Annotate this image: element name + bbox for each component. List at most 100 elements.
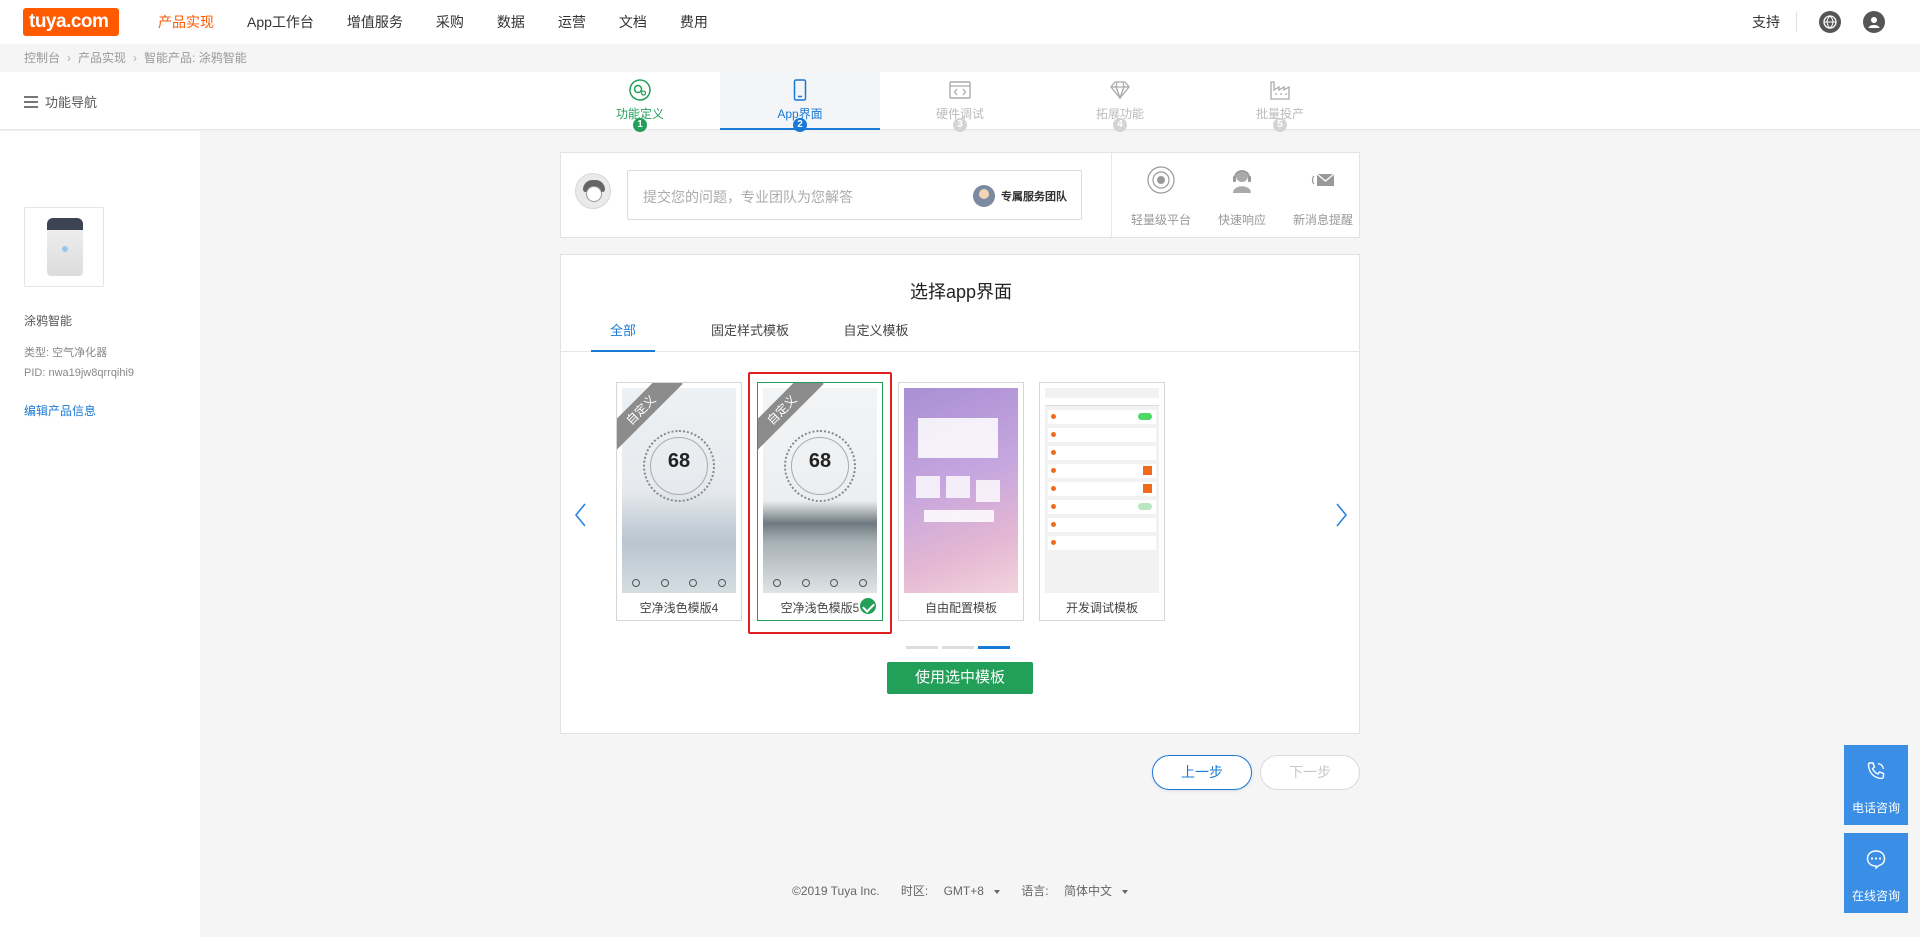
gear-icon: [629, 79, 651, 101]
divider: [1111, 153, 1112, 237]
tab-fixed-templates[interactable]: 固定样式模板: [695, 320, 805, 352]
step-function-definition[interactable]: 功能定义 1: [560, 72, 720, 132]
purifier-dial: 68: [643, 430, 715, 502]
headset-icon: [1233, 170, 1251, 193]
step-number: 5: [1273, 118, 1287, 132]
step-mass-production[interactable]: 批量投产 5: [1200, 72, 1360, 132]
tuya-logo[interactable]: tuya.com: [23, 8, 119, 36]
tab-custom-templates[interactable]: 自定义模板: [821, 320, 931, 352]
template-card-air-light-5[interactable]: 自定义 68 空净浅色模版5: [757, 382, 883, 621]
phone-call-icon: [1867, 762, 1885, 780]
pm-value: 68: [808, 450, 832, 472]
carousel-dot-3[interactable]: [978, 646, 1010, 649]
phone-consult-button[interactable]: 电话咨询: [1844, 745, 1908, 825]
code-icon: [949, 81, 971, 99]
footer: ©2019 Tuya Inc. 时区: GMT+8 语言: 简体中文: [0, 882, 1920, 899]
template-card-free-config[interactable]: 自由配置模板: [898, 382, 1024, 621]
menu-icon: [24, 96, 38, 108]
step-number: 3: [953, 118, 967, 132]
dedicated-team-button[interactable]: 专属服务团队: [973, 185, 1067, 207]
preview-toolbar: [763, 573, 877, 593]
step-app-ui[interactable]: App界面 2: [720, 72, 880, 132]
nav-value-added[interactable]: 增值服务: [347, 0, 403, 44]
nav-app-workbench[interactable]: App工作台: [247, 0, 314, 44]
carousel-pagination: [906, 646, 1014, 649]
nav-fees[interactable]: 费用: [680, 0, 708, 44]
template-card-air-light-4[interactable]: 自定义 68 空净浅色模版4: [616, 382, 742, 621]
carousel-dot-1[interactable]: [906, 646, 938, 649]
chevron-right-icon: ›: [67, 50, 72, 65]
template-card-dev-debug[interactable]: 开发调试模板: [1039, 382, 1165, 621]
chat-bubble-icon: [1866, 850, 1886, 870]
preview-toolbar: [622, 573, 736, 593]
template-name: 自由配置模板: [924, 601, 997, 615]
user-avatar-icon[interactable]: [1863, 11, 1885, 33]
language-selector[interactable]: 语言: 简体中文: [1015, 884, 1128, 898]
globe-icon[interactable]: [1819, 11, 1841, 33]
language-label: 语言:: [1021, 884, 1049, 898]
app-ui-selection-card: 选择app界面 全部 固定样式模板 自定义模板 自定义 68 空净浅色模版4 自…: [560, 254, 1361, 734]
step-number: 4: [1113, 118, 1127, 132]
check-icon: [858, 596, 878, 616]
air-purifier-image: [47, 218, 83, 276]
phone-icon: [793, 79, 807, 101]
support-agent-avatar: [575, 173, 611, 209]
support-link[interactable]: 支持: [1752, 0, 1780, 44]
step-hardware-debug[interactable]: 硬件调试 3: [880, 72, 1040, 132]
divider: [1796, 12, 1797, 32]
breadcrumb-current: 智能产品: 涂鸦智能: [144, 51, 247, 65]
timezone-value: GMT+8: [943, 884, 984, 898]
question-placeholder: 提交您的问题，专业团队为您解答: [643, 189, 853, 205]
feature-new-message-alert: 新消息提醒: [1283, 165, 1363, 228]
nav-operation[interactable]: 运营: [558, 0, 586, 44]
caret-down-icon: [1121, 889, 1128, 894]
online-consult-label: 在线咨询: [1851, 889, 1900, 903]
function-nav-toggle[interactable]: 功能导航: [24, 92, 97, 111]
top-bar: tuya.com 产品实现 App工作台 增值服务 采购 数据 运营 文档 费用…: [0, 0, 1920, 44]
product-image: [24, 207, 104, 287]
nav-docs[interactable]: 文档: [619, 0, 647, 44]
chevron-left-icon[interactable]: [571, 500, 591, 530]
template-tabs: 全部 固定样式模板 自定义模板: [561, 320, 1361, 352]
timezone-selector[interactable]: 时区: GMT+8: [895, 884, 1000, 898]
copyright: ©2019 Tuya Inc.: [792, 884, 880, 898]
feature-lightweight: 轻量级平台: [1121, 165, 1201, 228]
breadcrumb-product[interactable]: 产品实现: [78, 49, 126, 66]
nav-purchase[interactable]: 采购: [436, 0, 464, 44]
template-preview: [1045, 388, 1159, 593]
previous-step-button[interactable]: 上一步: [1152, 755, 1252, 790]
step-number: 2: [793, 118, 807, 132]
online-consult-button[interactable]: 在线咨询: [1844, 833, 1908, 913]
edit-product-info-link[interactable]: 编辑产品信息: [24, 402, 96, 419]
product-type: 类型: 空气净化器: [24, 347, 108, 359]
factory-icon: [1270, 81, 1290, 100]
template-name: 开发调试模板: [1065, 601, 1138, 615]
nav-data[interactable]: 数据: [497, 0, 525, 44]
target-icon: [1147, 166, 1175, 194]
nav-product[interactable]: 产品实现: [158, 0, 214, 44]
caret-down-icon: [993, 889, 1000, 894]
product-name: 涂鸦智能: [24, 314, 73, 328]
language-value: 简体中文: [1063, 884, 1112, 898]
next-step-button[interactable]: 下一步: [1260, 755, 1360, 790]
carousel-dot-2[interactable]: [942, 646, 974, 649]
product-info-panel: 涂鸦智能 类型: 空气净化器 PID: nwa19jw8qrrqihi9 编辑产…: [0, 131, 200, 937]
dedicated-team-label: 专属服务团队: [1001, 191, 1067, 203]
function-nav-label: 功能导航: [45, 95, 98, 110]
step-number: 1: [633, 118, 647, 132]
chevron-right-icon[interactable]: [1331, 500, 1351, 530]
section-title: 选择app界面: [909, 282, 1013, 302]
envelope-icon: [1311, 173, 1335, 186]
question-input[interactable]: 提交您的问题，专业团队为您解答 专属服务团队: [627, 170, 1082, 220]
feature-label: 快速响应: [1217, 213, 1266, 227]
feature-label: 轻量级平台: [1130, 213, 1191, 227]
use-selected-template-button[interactable]: 使用选中模板: [887, 662, 1033, 694]
team-avatar-icon: [973, 185, 995, 207]
phone-consult-label: 电话咨询: [1851, 801, 1900, 815]
pm-value: 68: [667, 450, 691, 472]
feature-fast-response: 快速响应: [1202, 165, 1282, 228]
breadcrumb-console[interactable]: 控制台: [24, 49, 60, 66]
tab-all[interactable]: 全部: [591, 320, 655, 352]
step-extensions[interactable]: 拓展功能 4: [1040, 72, 1200, 132]
purifier-dial: 68: [784, 430, 856, 502]
